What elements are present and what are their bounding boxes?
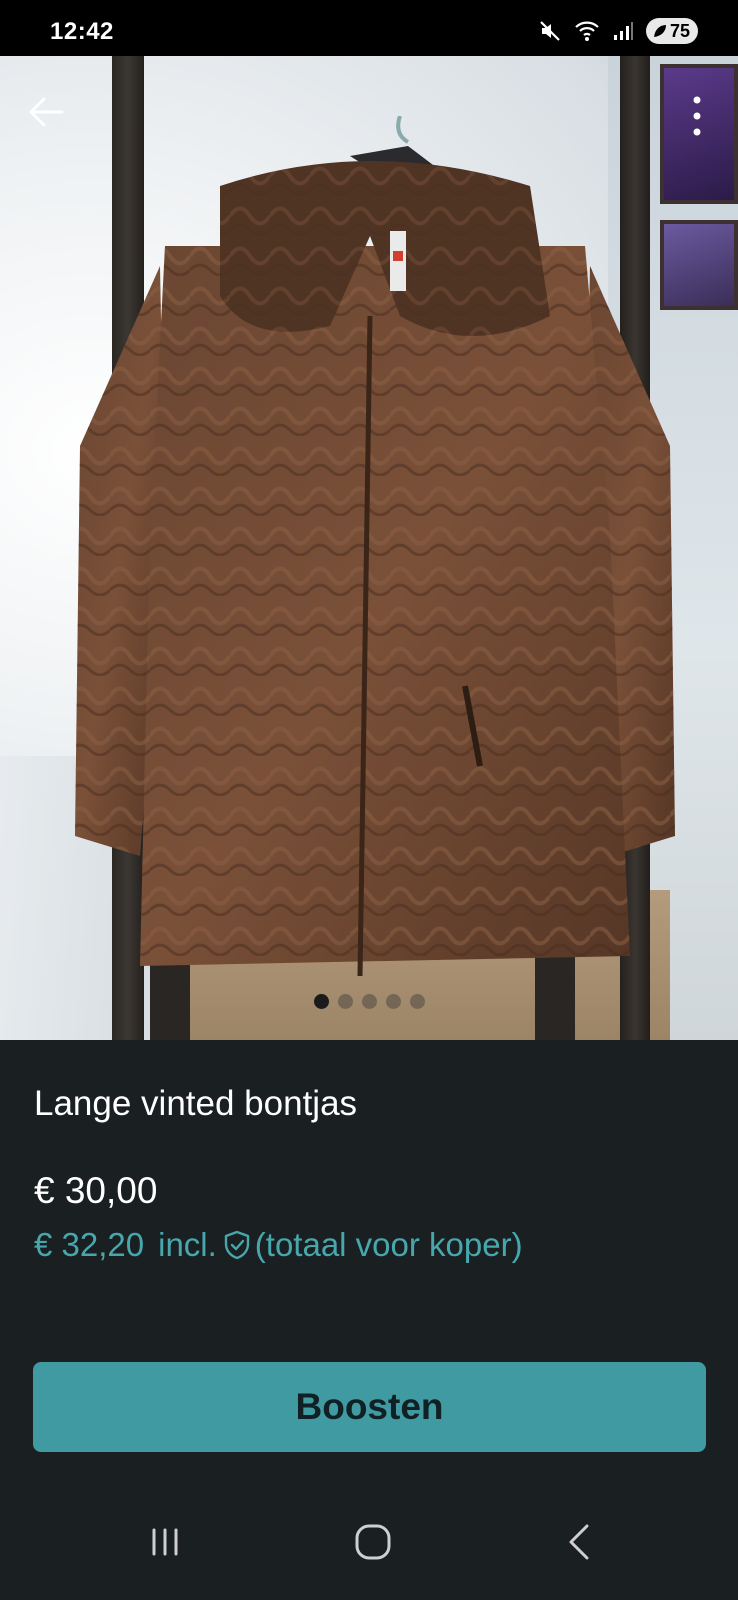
buyer-protection-shield-icon (224, 1230, 249, 1260)
leaf-icon (653, 25, 666, 37)
back-icon[interactable] (555, 1522, 605, 1562)
listing-details: Lange vinted bontjas € 30,00 € 32,20 inc… (0, 1040, 738, 1480)
battery-icon: 75 (645, 18, 698, 44)
more-options-icon[interactable] (690, 94, 704, 138)
gallery-dot-5[interactable] (409, 994, 425, 1009)
buyer-total-price: € 32,20 (34, 1226, 145, 1263)
recent-apps-icon[interactable] (140, 1522, 190, 1562)
gallery-dot-3[interactable] (361, 994, 377, 1009)
signal-icon (613, 22, 633, 40)
listing-title: Lange vinted bontjas (34, 1084, 358, 1123)
gallery-dot-4[interactable] (385, 994, 401, 1009)
status-time: 12:42 (50, 18, 114, 45)
home-icon[interactable] (348, 1522, 398, 1562)
listing-photo[interactable] (0, 56, 738, 1040)
fur-coat-image (75, 116, 675, 977)
boost-button[interactable]: Boosten (33, 1362, 706, 1452)
mute-icon (540, 21, 560, 41)
status-icons: 75 (538, 18, 698, 44)
listing-price: € 30,00 (34, 1170, 158, 1211)
battery-level: 75 (669, 20, 690, 41)
total-note: (totaal voor koper) (254, 1226, 523, 1263)
incl-label: incl. (158, 1226, 217, 1263)
gallery-dot-2[interactable] (337, 994, 353, 1009)
wifi-icon (575, 21, 599, 41)
back-arrow-icon[interactable] (26, 92, 66, 132)
gallery-dot-1[interactable] (313, 994, 329, 1009)
status-bar: 12:42 75 (0, 0, 738, 56)
system-nav-bar (0, 1480, 738, 1600)
gallery-pagination (0, 994, 738, 1009)
buyer-total-line[interactable]: € 32,20 incl. (totaal voor koper) (34, 1226, 523, 1264)
